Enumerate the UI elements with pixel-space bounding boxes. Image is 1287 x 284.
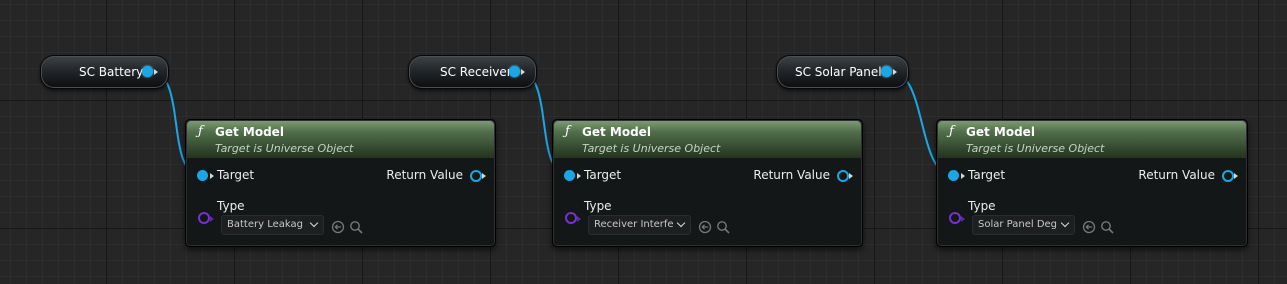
get-model-node-receiver[interactable]: ƒ Get Model Target is Universe Object Ta… [552, 119, 863, 247]
pin-arrow-icon [849, 173, 853, 179]
function-icon: ƒ [565, 124, 570, 139]
chevron-down-icon [676, 218, 686, 228]
variable-node-sc-solar-panel[interactable]: SC Solar Panel [776, 55, 909, 89]
pin-arrow-icon [961, 173, 965, 179]
pin-arrow-icon [577, 216, 581, 222]
type-dropdown[interactable]: Receiver Interfe [588, 215, 691, 235]
pin-arrow-icon [961, 216, 965, 222]
target-pin-icon[interactable] [948, 170, 959, 181]
pin-arrow-icon [154, 69, 158, 75]
output-pin-icon[interactable] [142, 66, 153, 77]
type-dropdown-value: Solar Panel Deg [978, 219, 1058, 230]
target-pin-icon[interactable] [197, 170, 208, 181]
get-model-node-solar-panel[interactable]: ƒ Get Model Target is Universe Object Ta… [936, 119, 1248, 247]
return-pin-icon[interactable] [837, 170, 849, 182]
reset-arrow-icon[interactable] [698, 220, 712, 234]
function-icon: ƒ [198, 124, 203, 139]
pin-arrow-icon [893, 69, 897, 75]
variable-node-sc-battery[interactable]: SC Battery [40, 55, 169, 89]
node-subtitle: Target is Universe Object [582, 142, 721, 155]
variable-node-sc-receiver[interactable]: SC Receiver [408, 55, 537, 89]
search-icon[interactable] [716, 220, 730, 234]
return-pin-icon[interactable] [470, 170, 482, 182]
get-model-node-battery[interactable]: ƒ Get Model Target is Universe Object Ta… [185, 119, 496, 247]
type-dropdown[interactable]: Battery Leakag [221, 215, 324, 235]
return-value-label: Return Value [386, 168, 463, 182]
node-subtitle: Target is Universe Object [966, 142, 1105, 155]
reset-arrow-icon[interactable] [1082, 220, 1096, 234]
pin-arrow-icon [210, 173, 214, 179]
return-value-label: Return Value [1138, 168, 1215, 182]
node-title: Get Model [966, 125, 1035, 139]
variable-label: SC Solar Panel [795, 65, 882, 79]
type-label: Type [584, 199, 612, 213]
type-dropdown-value: Battery Leakag [227, 219, 303, 230]
target-label: Target [584, 168, 622, 182]
search-icon[interactable] [349, 220, 363, 234]
pin-arrow-icon [577, 173, 581, 179]
node-title: Get Model [582, 125, 651, 139]
output-pin-icon[interactable] [509, 66, 520, 77]
return-pin-icon[interactable] [1222, 170, 1234, 182]
type-pin-icon[interactable] [198, 212, 210, 224]
node-header: ƒ Get Model Target is Universe Object [554, 121, 861, 158]
variable-label: SC Receiver [440, 65, 512, 79]
type-dropdown[interactable]: Solar Panel Deg [972, 215, 1075, 235]
node-subtitle: Target is Universe Object [215, 142, 354, 155]
pin-arrow-icon [210, 216, 214, 222]
type-label: Type [217, 199, 245, 213]
chevron-down-icon [1060, 218, 1070, 228]
variable-label: SC Battery [79, 65, 144, 79]
search-icon[interactable] [1100, 220, 1114, 234]
node-title: Get Model [215, 125, 284, 139]
pin-arrow-icon [521, 69, 525, 75]
return-value-label: Return Value [753, 168, 830, 182]
output-pin-icon[interactable] [881, 66, 892, 77]
target-label: Target [217, 168, 255, 182]
type-dropdown-value: Receiver Interfe [594, 219, 674, 230]
node-header: ƒ Get Model Target is Universe Object [938, 121, 1246, 158]
chevron-down-icon [309, 218, 319, 228]
reset-arrow-icon[interactable] [331, 220, 345, 234]
type-pin-icon[interactable] [949, 212, 961, 224]
type-pin-icon[interactable] [565, 212, 577, 224]
function-icon: ƒ [949, 124, 954, 139]
pin-arrow-icon [482, 173, 486, 179]
pin-arrow-icon [1234, 173, 1238, 179]
target-pin-icon[interactable] [564, 170, 575, 181]
target-label: Target [968, 168, 1006, 182]
type-label: Type [968, 199, 996, 213]
node-header: ƒ Get Model Target is Universe Object [187, 121, 494, 158]
